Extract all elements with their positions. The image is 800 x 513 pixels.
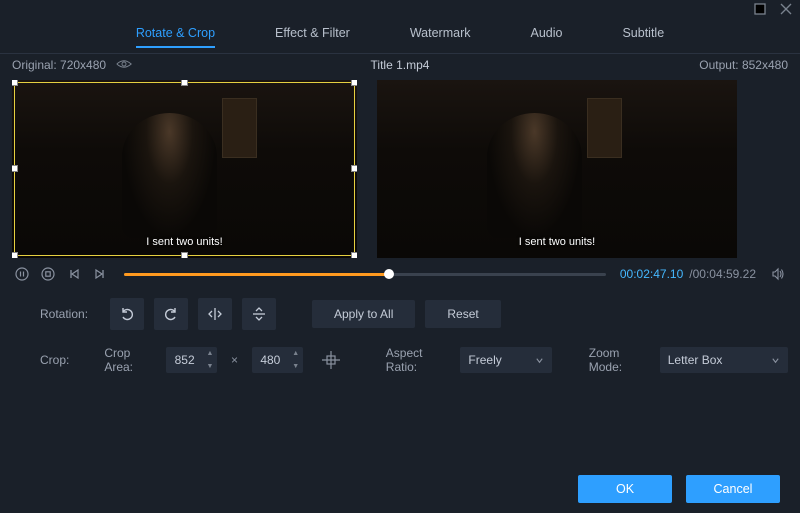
zoom-mode-select[interactable]: Letter Box: [660, 347, 788, 373]
output-dimensions: Output: 852x480: [699, 58, 788, 72]
width-down[interactable]: ▼: [203, 360, 217, 373]
rotate-left-button[interactable]: [110, 298, 144, 330]
preview-toggle-icon[interactable]: [116, 56, 132, 75]
reset-button[interactable]: Reset: [425, 300, 500, 328]
height-up[interactable]: ▲: [289, 347, 303, 360]
tab-effect-filter[interactable]: Effect & Filter: [275, 26, 350, 48]
crop-area-label: Crop Area:: [104, 346, 156, 374]
aspect-ratio-label: Aspect Ratio:: [386, 346, 451, 374]
next-frame-button[interactable]: [90, 264, 110, 284]
apply-all-button[interactable]: Apply to All: [312, 300, 415, 328]
output-preview: I sent two units!: [377, 80, 737, 258]
scrubber[interactable]: [124, 273, 606, 276]
original-dimensions: Original: 720x480: [12, 58, 106, 72]
subtitle-text: I sent two units!: [519, 236, 595, 248]
subtitle-text: I sent two units!: [146, 236, 222, 248]
center-crop-button[interactable]: [319, 347, 344, 373]
maximize-icon[interactable]: [754, 3, 766, 18]
tab-rotate-crop[interactable]: Rotate & Crop: [136, 26, 215, 48]
crop-label: Crop:: [40, 353, 94, 367]
close-icon[interactable]: [780, 3, 792, 18]
time-current: 00:02:47.10: [620, 267, 683, 281]
width-up[interactable]: ▲: [203, 347, 217, 360]
aspect-ratio-select[interactable]: Freely: [460, 347, 552, 373]
volume-icon[interactable]: [768, 264, 788, 284]
source-preview[interactable]: I sent two units!: [12, 80, 357, 258]
pause-button[interactable]: [12, 264, 32, 284]
zoom-mode-label: Zoom Mode:: [589, 346, 650, 374]
rotation-label: Rotation:: [40, 307, 100, 321]
tab-audio[interactable]: Audio: [530, 26, 562, 48]
flip-horizontal-button[interactable]: [198, 298, 232, 330]
prev-frame-button[interactable]: [64, 264, 84, 284]
tab-bar: Rotate & Crop Effect & Filter Watermark …: [0, 20, 800, 54]
flip-vertical-button[interactable]: [242, 298, 276, 330]
cancel-button[interactable]: Cancel: [686, 475, 780, 503]
time-duration: /00:04:59.22: [689, 267, 756, 281]
rotate-right-button[interactable]: [154, 298, 188, 330]
height-down[interactable]: ▼: [289, 360, 303, 373]
ok-button[interactable]: OK: [578, 475, 672, 503]
stop-button[interactable]: [38, 264, 58, 284]
times-symbol: ×: [231, 353, 238, 367]
crop-width-input[interactable]: 852▲▼: [166, 347, 217, 373]
crop-height-input[interactable]: 480▲▼: [252, 347, 303, 373]
tab-subtitle[interactable]: Subtitle: [622, 26, 664, 48]
file-title: Title 1.mp4: [371, 58, 430, 72]
tab-watermark[interactable]: Watermark: [410, 26, 471, 48]
